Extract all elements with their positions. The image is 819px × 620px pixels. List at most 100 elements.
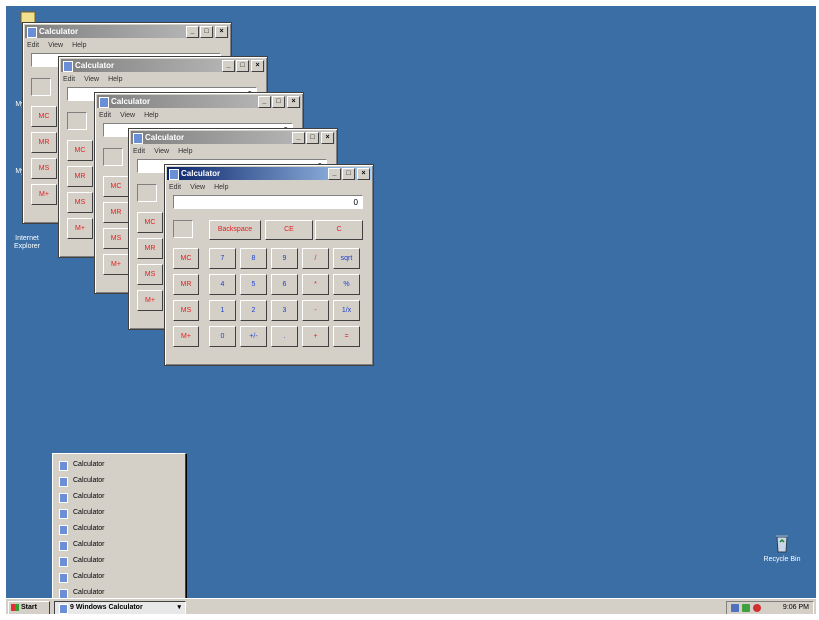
memory-indicator <box>31 78 51 96</box>
mc-button[interactable]: MC <box>173 248 199 269</box>
maximize-button[interactable]: □ <box>306 132 319 144</box>
digit-7[interactable]: 7 <box>209 248 236 269</box>
taskbar-group-item[interactable]: Calculator <box>59 506 179 520</box>
menu-view[interactable]: View <box>190 184 205 191</box>
desktop-icon-internet-explorer[interactable]: Internet Explorer <box>6 235 52 251</box>
menu-edit[interactable]: Edit <box>133 148 145 155</box>
ms-button[interactable]: MS <box>31 158 57 179</box>
calculator-icon <box>99 97 109 108</box>
start-button[interactable]: Start <box>8 601 50 614</box>
title-bar[interactable]: Calculator _ □ × <box>131 131 335 144</box>
mplus-button[interactable]: M+ <box>67 218 93 239</box>
close-button[interactable]: × <box>321 132 334 144</box>
minimize-button[interactable]: _ <box>258 96 271 108</box>
mr-button[interactable]: MR <box>67 166 93 187</box>
taskbar-group-item[interactable]: Calculator <box>59 490 179 504</box>
close-button[interactable]: × <box>357 168 370 180</box>
maximize-button[interactable]: □ <box>236 60 249 72</box>
digit-9[interactable]: 9 <box>271 248 298 269</box>
multiply-button[interactable]: * <box>302 274 329 295</box>
menu-help[interactable]: Help <box>72 42 86 49</box>
close-button[interactable]: × <box>287 96 300 108</box>
menu-help[interactable]: Help <box>178 148 192 155</box>
divide-button[interactable]: / <box>302 248 329 269</box>
maximize-button[interactable]: □ <box>200 26 213 38</box>
taskbar-group-button[interactable]: 9 Windows Calculator ▾ <box>54 601 186 614</box>
sqrt-button[interactable]: sqrt <box>333 248 360 269</box>
digit-2[interactable]: 2 <box>240 300 267 321</box>
title-bar[interactable]: Calculator _ □ × <box>167 167 371 180</box>
minimize-button[interactable]: _ <box>222 60 235 72</box>
ms-button[interactable]: MS <box>67 192 93 213</box>
menu-edit[interactable]: Edit <box>63 76 75 83</box>
maximize-button[interactable]: □ <box>342 168 355 180</box>
digit-6[interactable]: 6 <box>271 274 298 295</box>
backspace-button[interactable]: Backspace <box>209 220 261 240</box>
title-bar[interactable]: Calculator _ □ × <box>97 95 301 108</box>
mplus-button[interactable]: M+ <box>173 326 199 347</box>
mplus-button[interactable]: M+ <box>103 254 129 275</box>
digit-1[interactable]: 1 <box>209 300 236 321</box>
menu-view[interactable]: View <box>84 76 99 83</box>
subtract-button[interactable]: - <box>302 300 329 321</box>
mr-button[interactable]: MR <box>103 202 129 223</box>
mr-button[interactable]: MR <box>173 274 199 295</box>
mc-button[interactable]: MC <box>103 176 129 197</box>
menu-edit[interactable]: Edit <box>169 184 181 191</box>
ms-button[interactable]: MS <box>173 300 199 321</box>
network-icon[interactable] <box>731 604 739 612</box>
digit-5[interactable]: 5 <box>240 274 267 295</box>
c-button[interactable]: C <box>315 220 363 240</box>
ms-button[interactable]: MS <box>137 264 163 285</box>
close-button[interactable]: × <box>251 60 264 72</box>
minimize-button[interactable]: _ <box>292 132 305 144</box>
calculator-icon <box>59 541 68 551</box>
security-alert-icon[interactable] <box>753 604 761 612</box>
taskbar-group-item[interactable]: Calculator <box>59 538 179 552</box>
menu-help[interactable]: Help <box>108 76 122 83</box>
mc-button[interactable]: MC <box>137 212 163 233</box>
window-title: Calculator <box>181 169 221 178</box>
mr-button[interactable]: MR <box>31 132 57 153</box>
taskbar-group-item[interactable]: Calculator <box>59 522 179 536</box>
menu-view[interactable]: View <box>154 148 169 155</box>
taskbar-group-item[interactable]: Calculator <box>59 474 179 488</box>
mplus-button[interactable]: M+ <box>137 290 163 311</box>
digit-8[interactable]: 8 <box>240 248 267 269</box>
digit-3[interactable]: 3 <box>271 300 298 321</box>
taskbar-group-item[interactable]: Calculator <box>59 554 179 568</box>
taskbar-group-item[interactable]: Calculator <box>59 570 179 584</box>
minimize-button[interactable]: _ <box>186 26 199 38</box>
minimize-button[interactable]: _ <box>328 168 341 180</box>
menu-view[interactable]: View <box>48 42 63 49</box>
reciprocal-button[interactable]: 1/x <box>333 300 360 321</box>
ms-button[interactable]: MS <box>103 228 129 249</box>
calculator-window[interactable]: Calculator _□× Edit View Help 0 BackspaceCEC MC… <box>164 164 374 366</box>
menu-help[interactable]: Help <box>214 184 228 191</box>
menu-view[interactable]: View <box>120 112 135 119</box>
title-bar[interactable]: Calculator _ □ × <box>25 25 229 38</box>
mplus-button[interactable]: M+ <box>31 184 57 205</box>
mr-button[interactable]: MR <box>137 238 163 259</box>
digit-0[interactable]: 0 <box>209 326 236 347</box>
chevron-down-icon: ▾ <box>177 604 181 611</box>
close-button[interactable]: × <box>215 26 228 38</box>
desktop-icon-recycle-bin[interactable]: Recycle Bin <box>752 532 812 564</box>
taskbar-group-item[interactable]: Calculator <box>59 458 179 472</box>
clock[interactable]: 9:06 PM <box>783 602 809 613</box>
title-bar[interactable]: Calculator _ □ × <box>61 59 265 72</box>
volume-icon[interactable] <box>742 604 750 612</box>
maximize-button[interactable]: □ <box>272 96 285 108</box>
menu-help[interactable]: Help <box>144 112 158 119</box>
equals-button[interactable]: = <box>333 326 360 347</box>
menu-edit[interactable]: Edit <box>27 42 39 49</box>
ce-button[interactable]: CE <box>265 220 313 240</box>
digit-4[interactable]: 4 <box>209 274 236 295</box>
mc-button[interactable]: MC <box>31 106 57 127</box>
decimal-button[interactable]: . <box>271 326 298 347</box>
plusminus-button[interactable]: +/- <box>240 326 267 347</box>
menu-edit[interactable]: Edit <box>99 112 111 119</box>
percent-button[interactable]: % <box>333 274 360 295</box>
add-button[interactable]: + <box>302 326 329 347</box>
mc-button[interactable]: MC <box>67 140 93 161</box>
